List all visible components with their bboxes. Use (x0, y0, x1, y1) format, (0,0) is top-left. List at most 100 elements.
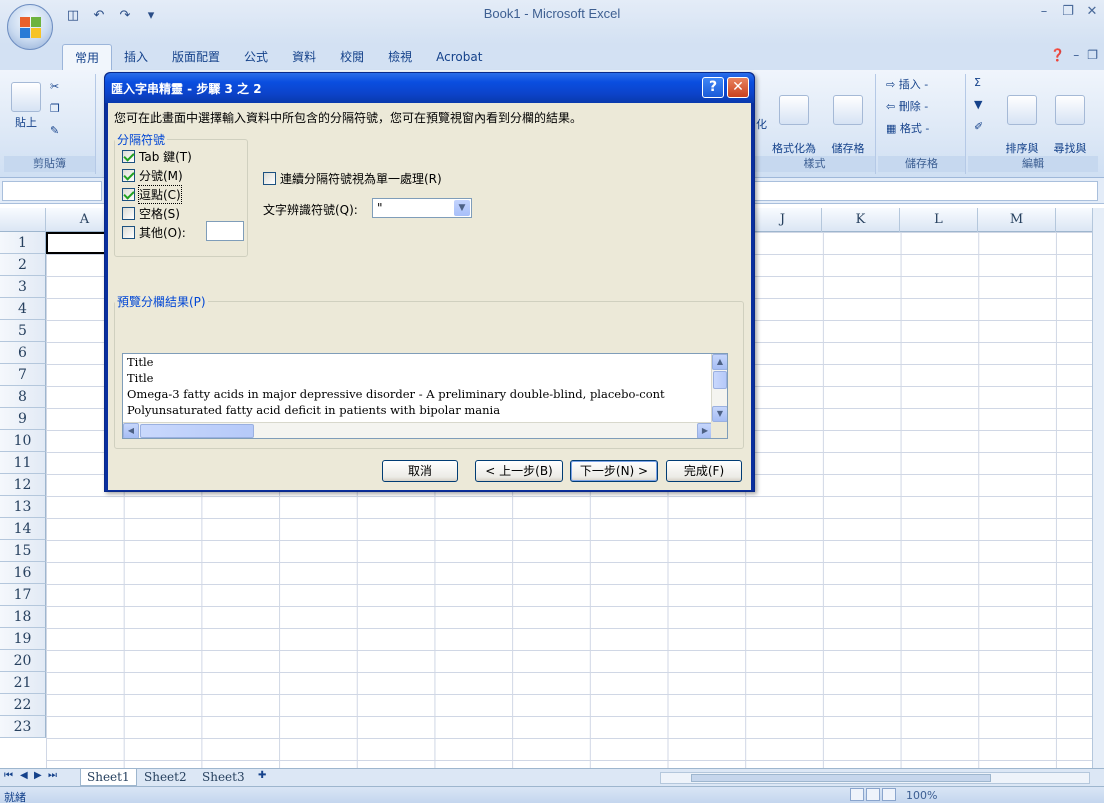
checkbox-box[interactable] (122, 149, 135, 163)
conditional-format-button[interactable]: 化 (756, 116, 767, 132)
row-header[interactable]: 10 (0, 430, 46, 452)
minimize-icon[interactable]: – (1032, 2, 1056, 22)
close-icon[interactable]: ✕ (1080, 2, 1104, 22)
status-bar: 就緒 100% (0, 786, 1104, 803)
horizontal-scrollbar[interactable] (660, 772, 1090, 784)
row-header[interactable]: 18 (0, 606, 46, 628)
binoculars-icon (1055, 95, 1085, 125)
comma-checkbox[interactable]: 逗點(C) (122, 184, 182, 204)
format-painter-icon[interactable]: ✎ (50, 124, 59, 137)
row-header[interactable]: 19 (0, 628, 46, 650)
row-header[interactable]: 16 (0, 562, 46, 584)
help-button[interactable]: ? (702, 77, 724, 98)
checkbox-box[interactable] (122, 225, 135, 239)
row-header[interactable]: 1 (0, 232, 46, 254)
row-header[interactable]: 4 (0, 298, 46, 320)
cut-icon[interactable]: ✂ (50, 80, 59, 93)
last-sheet-icon[interactable]: ⏭ (48, 770, 57, 781)
ribbon-restore-icon[interactable]: ❐ (1087, 48, 1098, 62)
insert-sheet-icon[interactable]: ✚ (258, 770, 266, 781)
checkbox-box[interactable] (263, 171, 276, 185)
row-header[interactable]: 13 (0, 496, 46, 518)
autosum-icon[interactable]: Σ (974, 76, 981, 89)
vertical-scroll-thumb[interactable] (713, 371, 727, 389)
column-header[interactable]: L (900, 208, 978, 232)
paste-button[interactable]: 貼上 (8, 82, 44, 130)
finish-button[interactable]: 完成(F) (666, 460, 742, 482)
scroll-up-icon[interactable]: ▲ (712, 354, 727, 370)
normal-view-icon[interactable] (850, 788, 864, 801)
text-qualifier-select[interactable]: " ▼ (372, 198, 472, 218)
page-break-view-icon[interactable] (882, 788, 896, 801)
row-header[interactable]: 15 (0, 540, 46, 562)
office-button[interactable] (7, 4, 53, 50)
tab-acrobat[interactable]: Acrobat (424, 44, 494, 70)
row-header[interactable]: 11 (0, 452, 46, 474)
first-sheet-icon[interactable]: ⏮ (4, 770, 13, 781)
consecutive-delimiters-checkbox[interactable]: 連續分隔符號視為單一處理(R) (263, 169, 442, 187)
row-header[interactable]: 8 (0, 386, 46, 408)
chevron-down-icon[interactable]: ▼ (454, 200, 470, 216)
tab-insert[interactable]: 插入 (112, 44, 160, 70)
row-header[interactable]: 20 (0, 650, 46, 672)
ribbon-minimize-icon[interactable]: – (1073, 48, 1079, 62)
sheet-tab[interactable]: Sheet1 (80, 769, 137, 786)
row-header[interactable]: 17 (0, 584, 46, 606)
tab-home[interactable]: 常用 (62, 44, 113, 70)
checkbox-box[interactable] (122, 168, 135, 182)
clear-icon[interactable]: ✐ (974, 120, 983, 133)
page-layout-view-icon[interactable] (866, 788, 880, 801)
row-header[interactable]: 14 (0, 518, 46, 540)
row-header[interactable]: 12 (0, 474, 46, 496)
checkbox-box[interactable] (122, 187, 135, 201)
row-header[interactable]: 23 (0, 716, 46, 738)
delete-cells-button[interactable]: ⇦ 刪除 - (886, 98, 928, 114)
cancel-button[interactable]: 取消 (382, 460, 458, 482)
tab-data[interactable]: 資料 (280, 44, 328, 70)
preview-horizontal-scrollbar[interactable]: ◀ ▶ (123, 422, 713, 438)
row-header[interactable]: 9 (0, 408, 46, 430)
sheet-tab[interactable]: Sheet3 (196, 769, 251, 786)
preview-vertical-scrollbar[interactable]: ▲ ▼ (711, 354, 727, 422)
horizontal-scroll-thumb[interactable] (140, 424, 254, 438)
scroll-down-icon[interactable]: ▼ (712, 406, 727, 422)
restore-icon[interactable]: ❐ (1056, 2, 1080, 22)
row-header[interactable]: 21 (0, 672, 46, 694)
prev-sheet-icon[interactable]: ◀ (20, 770, 28, 781)
column-header[interactable]: J (744, 208, 822, 232)
checkbox-box[interactable] (122, 206, 135, 220)
sheet-tab[interactable]: Sheet2 (138, 769, 193, 786)
tab-checkbox[interactable]: Tab 鍵(T) (122, 147, 192, 165)
column-header[interactable]: M (978, 208, 1056, 232)
back-button[interactable]: < 上一步(B) (475, 460, 563, 482)
space-checkbox[interactable]: 空格(S) (122, 204, 180, 222)
row-header[interactable]: 2 (0, 254, 46, 276)
close-button[interactable]: ✕ (727, 77, 749, 98)
other-checkbox[interactable]: 其他(O): (122, 223, 186, 241)
row-header[interactable]: 5 (0, 320, 46, 342)
next-button[interactable]: 下一步(N) > (570, 460, 658, 482)
copy-icon[interactable]: ❐ (50, 102, 60, 115)
row-header[interactable]: 7 (0, 364, 46, 386)
row-header[interactable]: 22 (0, 694, 46, 716)
tab-page-layout[interactable]: 版面配置 (160, 44, 232, 70)
vertical-scrollbar[interactable] (1092, 208, 1104, 768)
row-header[interactable]: 3 (0, 276, 46, 298)
horizontal-scroll-thumb[interactable] (691, 774, 991, 782)
name-box[interactable] (2, 181, 102, 201)
semicolon-checkbox[interactable]: 分號(M) (122, 166, 183, 184)
fill-icon[interactable]: ▼ (974, 98, 982, 111)
data-preview[interactable]: Title Title Omega-3 fatty acids in major… (122, 353, 728, 439)
other-delimiter-input[interactable] (206, 221, 244, 241)
row-header[interactable]: 6 (0, 342, 46, 364)
tab-formulas[interactable]: 公式 (232, 44, 280, 70)
insert-cells-button[interactable]: ⇨ 插入 - (886, 76, 928, 92)
help-icon[interactable]: ❓ (1050, 48, 1065, 62)
column-header[interactable]: K (822, 208, 900, 232)
tab-view[interactable]: 檢視 (376, 44, 424, 70)
scroll-left-icon[interactable]: ◀ (123, 423, 139, 438)
format-cells-button[interactable]: ▦ 格式 - (886, 120, 929, 136)
tab-review[interactable]: 校閱 (328, 44, 376, 70)
select-all-corner[interactable] (0, 208, 46, 232)
next-sheet-icon[interactable]: ▶ (34, 770, 42, 781)
